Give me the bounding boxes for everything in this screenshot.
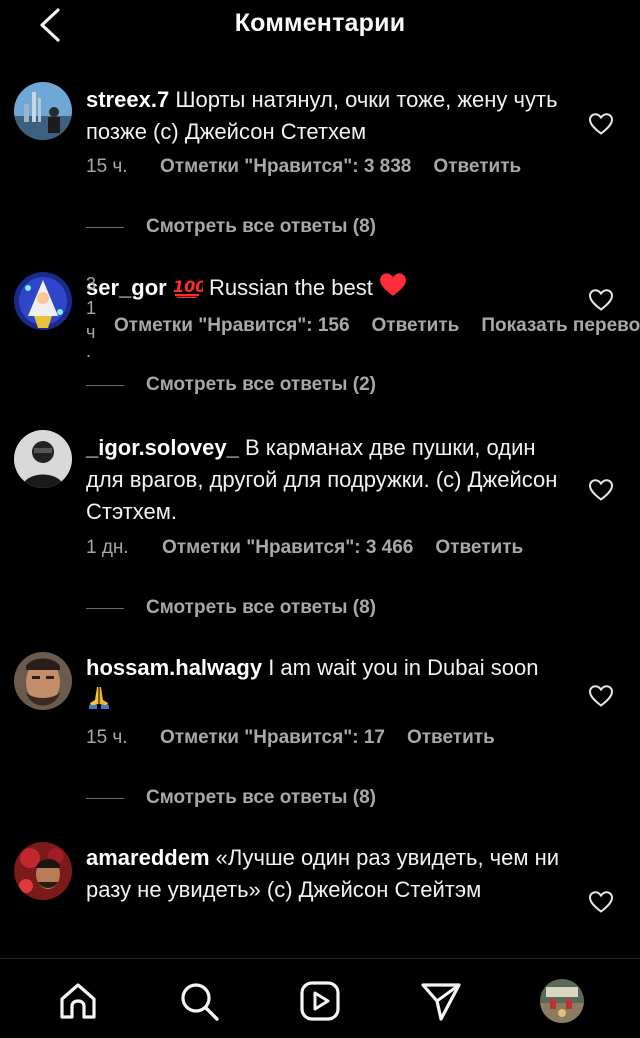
replies-divider	[86, 797, 124, 799]
reply-button[interactable]: Ответить	[435, 537, 523, 559]
comment-meta: 15 ч. Отметки "Нравится": 17 Ответить	[86, 727, 517, 749]
reply-button[interactable]: Ответить	[407, 727, 495, 749]
bottom-nav	[0, 959, 640, 1038]
like-heart-icon[interactable]	[588, 684, 614, 708]
like-heart-icon[interactable]	[588, 478, 614, 502]
comment-time: 15 ч.	[86, 156, 128, 177]
comment-meta: 15 ч. Отметки "Нравится": 3 838 Ответить	[86, 156, 543, 178]
comment-username[interactable]: _igor.solovey_	[86, 435, 239, 460]
search-icon[interactable]	[177, 979, 221, 1023]
comment-username[interactable]: hossam.halwagy	[86, 655, 262, 680]
comment-text: hossam.halwagy I am wait you in Dubai so…	[86, 652, 566, 719]
view-replies-label: Смотреть все ответы (8)	[146, 597, 376, 618]
avatar[interactable]	[14, 272, 72, 330]
comment-list[interactable]: streex.7 Шорты натянул, очки тоже, жену …	[0, 0, 640, 958]
likes-count-link[interactable]: Отметки "Нравится": 17	[160, 727, 385, 749]
avatar[interactable]	[14, 842, 72, 900]
avatar[interactable]	[14, 652, 72, 710]
like-heart-icon[interactable]	[588, 112, 614, 136]
translate-button[interactable]: Показать перевод	[481, 315, 640, 337]
comment-time-char: 1	[86, 298, 97, 318]
view-replies-button[interactable]: Смотреть все ответы (8)	[86, 597, 376, 619]
comment-text: _igor.solovey_ В карманах две пушки, оди…	[86, 432, 566, 528]
likes-count-link[interactable]: Отметки "Нравится": 3 838	[160, 156, 411, 178]
comment-body: Russian the best	[208, 275, 373, 300]
comment-text: ser_gor 100 Russian the best	[86, 272, 566, 307]
header-bar: Комментарии	[0, 0, 640, 50]
comment-username[interactable]: streex.7	[86, 87, 169, 112]
replies-divider	[86, 607, 124, 609]
profile-avatar[interactable]	[540, 979, 584, 1023]
likes-count-link[interactable]: Отметки "Нравится": 156	[114, 315, 350, 337]
avatar[interactable]	[14, 82, 72, 140]
replies-divider	[86, 226, 124, 228]
like-heart-icon[interactable]	[588, 288, 614, 312]
comment-time-char: .	[86, 341, 92, 361]
reels-icon[interactable]	[298, 979, 342, 1023]
direct-icon[interactable]	[419, 979, 463, 1023]
comment-time-char: 3	[86, 274, 97, 294]
view-replies-button[interactable]: Смотреть все ответы (2)	[86, 374, 376, 396]
replies-divider	[86, 384, 124, 386]
folded-hands-emoji	[86, 684, 112, 719]
view-replies-label: Смотреть все ответы (2)	[146, 374, 376, 395]
comment-text: amareddem «Лучше один раз увидеть, чем н…	[86, 842, 566, 906]
reply-button[interactable]: Ответить	[433, 156, 521, 178]
svg-text:100: 100	[173, 277, 203, 296]
likes-count-link[interactable]: Отметки "Нравится": 3 466	[162, 537, 413, 559]
view-replies-button[interactable]: Смотреть все ответы (8)	[86, 216, 376, 238]
comment-time: 15 ч.	[86, 727, 128, 748]
comment-time: 3 1 ч .	[86, 272, 100, 361]
view-replies-label: Смотреть все ответы (8)	[146, 787, 376, 808]
comment-meta: 1 дн. Отметки "Нравится": 3 466 Ответить	[86, 537, 545, 559]
comment-text: streex.7 Шорты натянул, очки тоже, жену …	[86, 84, 566, 148]
red-heart-emoji	[379, 272, 407, 307]
page-title: Комментарии	[234, 9, 406, 37]
like-heart-icon[interactable]	[588, 890, 614, 914]
reply-button[interactable]: Ответить	[372, 315, 460, 337]
comment-body: I am wait you in Dubai soon	[268, 655, 539, 680]
home-icon[interactable]	[56, 979, 100, 1023]
view-replies-button[interactable]: Смотреть все ответы (8)	[86, 787, 376, 809]
hundred-points-emoji: 100	[173, 275, 206, 307]
comment-meta: Отметки "Нравится": 156 Ответить Показат…	[114, 315, 640, 337]
view-replies-label: Смотреть все ответы (8)	[146, 216, 376, 237]
avatar[interactable]	[14, 430, 72, 488]
comments-screen: streex.7 Шорты натянул, очки тоже, жену …	[0, 0, 640, 1038]
comment-time: 1 дн.	[86, 537, 129, 558]
comment-username[interactable]: amareddem	[86, 845, 210, 870]
